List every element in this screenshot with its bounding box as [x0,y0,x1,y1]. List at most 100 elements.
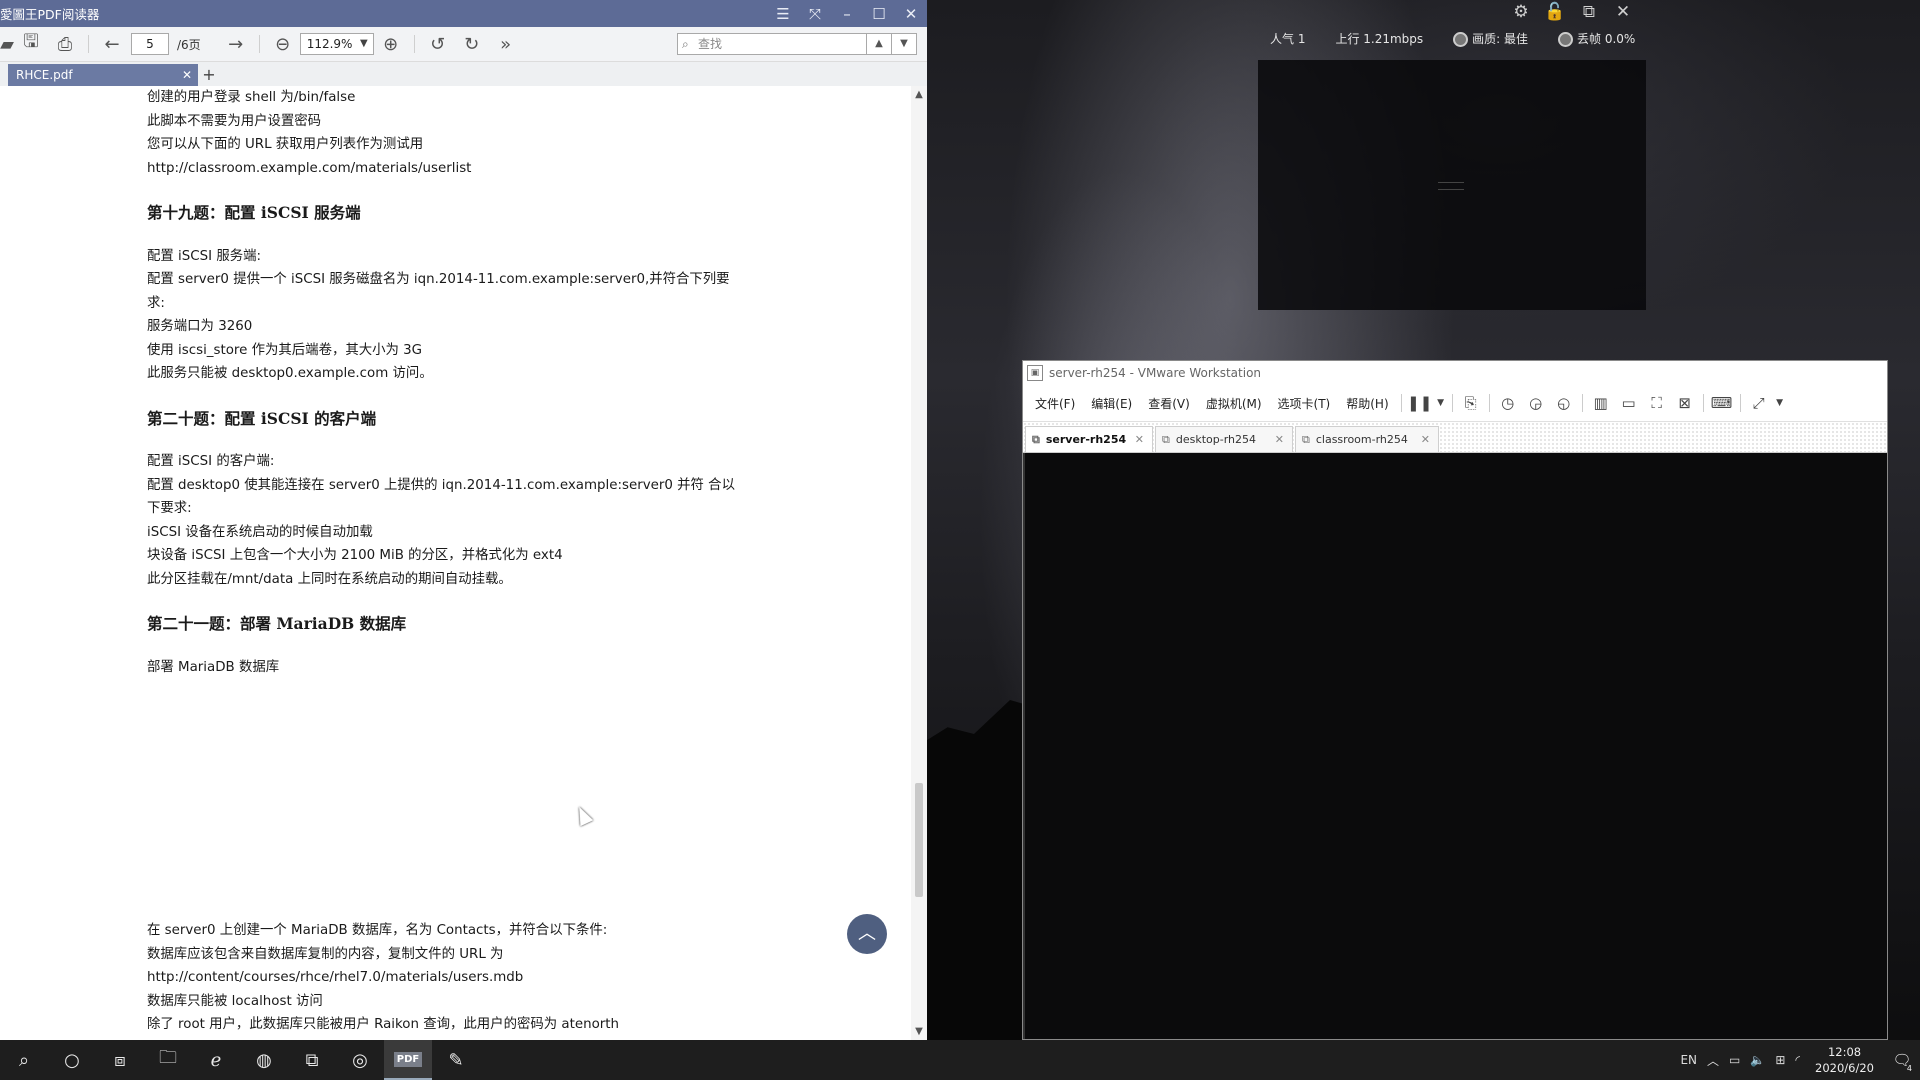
prev-page-icon[interactable]: ← [95,30,129,58]
vm-icon: ⧉ [1032,432,1040,446]
window-title: 愛圖王PDF阅读器 [0,7,100,22]
add-tab-icon[interactable]: + [198,64,220,86]
maximize-icon[interactable]: ☐ [863,5,895,23]
minimize-icon[interactable]: – [831,5,863,23]
console-view-icon[interactable]: ⌨ [1708,394,1736,412]
toolbar-divider [258,35,260,53]
lock-icon[interactable]: 🔓 [1544,1,1566,23]
fullscreen-icon[interactable]: ⤧ [799,5,831,23]
menu-file[interactable]: 文件(F) [1023,395,1083,412]
vmware-menubar: 文件(F) 编辑(E) 查看(V) 虚拟机(M) 选项卡(T) 帮助(H) ❚❚… [1023,385,1887,422]
status-dot-icon [1453,32,1469,47]
zoom-in-icon[interactable]: ⊕ [374,30,408,58]
task-view-icon[interactable]: ⧈ [96,1040,144,1080]
wifi-icon[interactable]: ◜ [1790,1053,1805,1067]
close-icon[interactable]: ✕ [895,5,927,23]
cortana-icon[interactable]: ○ [48,1040,96,1080]
network-device-icon[interactable]: ⊞ [1770,1053,1790,1067]
action-center-icon[interactable]: 🗨 4 [1884,1051,1920,1073]
back-to-top-button[interactable]: ︿ [847,914,887,954]
doc-line: 此分区挂载在/mnt/data 上同时在系统启动的期间自动挂载。 [147,571,512,587]
tab-label: RHCE.pdf [16,68,73,82]
battery-icon[interactable]: ▭ [1724,1053,1745,1067]
chevron-down-icon[interactable]: ▼ [1773,398,1787,408]
menu-help[interactable]: 帮助(H) [1338,395,1396,412]
section-heading-19: 第十九题：配置 iSCSI 服务端 [147,203,361,222]
search-input[interactable]: ⌕ 查找 [677,33,867,55]
zoom-out-icon[interactable]: ⊖ [266,30,300,58]
drag-handle[interactable] [1438,182,1464,190]
unity-icon[interactable]: ⊠ [1671,394,1699,412]
pdf-reader-taskbar-icon[interactable]: PDF [384,1040,432,1080]
snapshot-icon[interactable]: ◷ [1494,394,1522,412]
zoom-select[interactable]: 112.9% ▼ [299,33,374,55]
close-icon[interactable]: ✕ [1612,1,1634,23]
tab-rhce-pdf[interactable]: RHCE.pdf ✕ [8,64,198,86]
chat-app-icon[interactable]: ◍ [240,1040,288,1080]
rotate-right-icon[interactable]: ↻ [455,30,489,58]
menu-edit[interactable]: 编辑(E) [1083,395,1140,412]
tab-label: server-rh254 [1045,433,1127,446]
toolbar-divider [1400,394,1402,412]
menu-tabs[interactable]: 选项卡(T) [1270,395,1339,412]
file-explorer-icon[interactable]: 🗀 [144,1040,192,1080]
thumbnail-bar-icon[interactable]: ▭ [1615,394,1643,412]
tab-server-rh254[interactable]: ⧉ server-rh254 ✕ [1025,426,1153,452]
notes-app-icon[interactable]: ✎ [432,1040,480,1080]
open-folder-icon[interactable]: ▰ [0,30,14,58]
close-tab-icon[interactable]: ✕ [1267,433,1284,446]
scroll-up-icon[interactable]: ▲ [911,89,927,100]
stretch-guest-icon[interactable]: ⤢ [1745,394,1773,412]
doc-line: 配置 iSCSI 服务端: [147,248,261,264]
tab-desktop-rh254[interactable]: ⧉ desktop-rh254 ✕ [1155,426,1293,452]
show-hidden-icons-icon[interactable]: ︿ [1702,1052,1724,1069]
page-number-input[interactable]: 5 [131,33,169,55]
scroll-down-icon[interactable]: ▼ [911,1026,927,1037]
vertical-scrollbar[interactable]: ▲ ▼ [911,86,927,1040]
menu-icon[interactable]: ☰ [767,5,799,23]
menu-vm[interactable]: 虚拟机(M) [1198,395,1270,412]
doc-link: http://content/courses/rhce/rhel7.0/mate… [147,970,524,985]
search-prev-button[interactable]: ▲ [867,33,892,55]
snapshot-manager-icon[interactable]: ◵ [1550,394,1578,412]
full-screen-icon[interactable]: ⛶ [1643,394,1671,412]
chevron-up-icon: ︿ [858,923,876,944]
edge-browser-icon[interactable]: ℯ [192,1040,240,1080]
doc-line: 此脚本不需要为用户设置密码 [147,113,322,129]
popout-icon[interactable]: ⧉ [1578,1,1600,23]
tab-classroom-rh254[interactable]: ⧉ classroom-rh254 ✕ [1295,426,1439,452]
input-language[interactable]: EN [1675,1053,1702,1067]
doc-link: http://classroom.example.com/materials/u… [147,160,472,176]
toolbar-divider [1581,394,1583,412]
close-tab-icon[interactable]: ✕ [182,64,192,86]
chevron-down-icon[interactable]: ▼ [1434,398,1448,408]
library-splitter[interactable] [1023,453,1025,1039]
search-icon[interactable]: ⌕ [0,1040,48,1080]
rotate-left-icon[interactable]: ↺ [421,30,455,58]
scroll-thumb[interactable] [915,783,923,897]
volume-icon[interactable]: 🔈 [1745,1053,1770,1067]
pdf-icon: PDF [393,1051,423,1067]
settings-gear-icon[interactable]: ⚙ [1510,1,1532,23]
more-tools-icon[interactable]: » [489,30,523,58]
system-clock[interactable]: 12:08 2020/6/20 [1805,1044,1884,1076]
send-ctrl-alt-del-icon[interactable]: ⎘ [1457,394,1485,412]
menu-view[interactable]: 查看(V) [1140,395,1198,412]
revert-snapshot-icon[interactable]: ◶ [1522,394,1550,412]
search-next-button[interactable]: ▼ [892,33,917,55]
vm-console-screen[interactable] [1023,453,1887,1039]
save-icon[interactable]: 🖫 [14,30,48,58]
vmware-taskbar-icon[interactable]: ⧉ [288,1040,336,1080]
vmware-app-icon: ▣ [1027,365,1043,381]
toolbar-divider [1488,394,1490,412]
doc-line: iSCSI 设备在系统启动的时候自动加载 [147,524,373,540]
close-tab-icon[interactable]: ✕ [1413,433,1430,446]
print-icon[interactable]: ⎙ [48,30,82,58]
pdf-document-view[interactable]: 创建的用户登录 shell 为/bin/false 此脚本不需要为用户设置密码 … [0,86,918,1040]
stream-preview-panel [1258,60,1646,310]
chrome-icon[interactable]: ◎ [336,1040,384,1080]
close-tab-icon[interactable]: ✕ [1127,433,1144,446]
pause-icon[interactable]: ❚❚ [1406,394,1434,412]
show-library-icon[interactable]: ▥ [1587,394,1615,412]
next-page-icon[interactable]: → [219,30,253,58]
